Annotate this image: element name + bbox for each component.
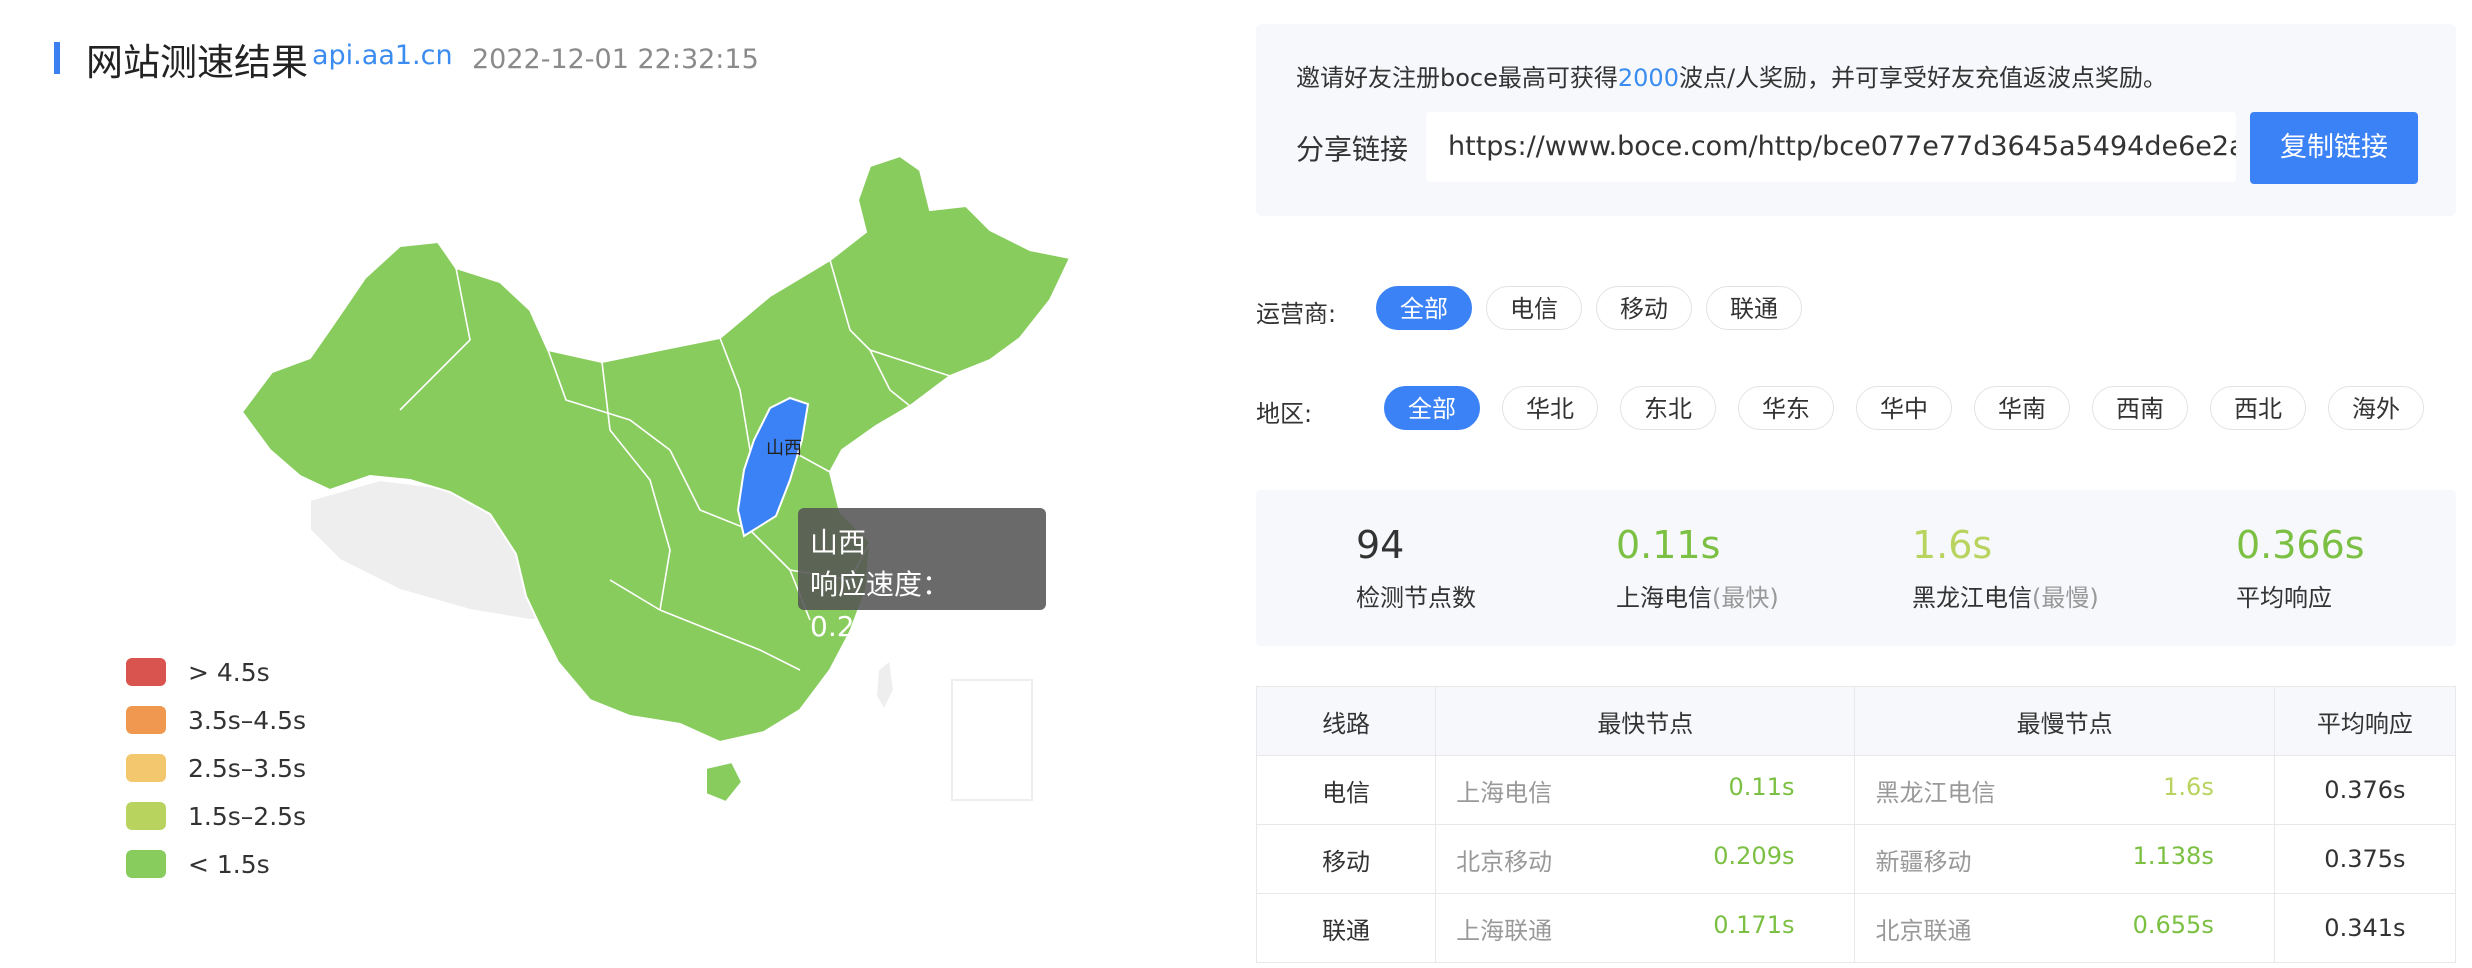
legend-swatch xyxy=(126,802,166,830)
map-tooltip: 山西 响应速度：0.259s xyxy=(798,508,1046,643)
region-pill-central[interactable]: 华中 xyxy=(1856,386,1952,430)
tooltip-region: 山西 xyxy=(810,526,867,559)
region-filter-label: 地区: xyxy=(1256,400,1313,428)
operator-pill-all[interactable]: 全部 xyxy=(1376,286,1472,330)
table-header-row: 线路 最快节点 最慢节点 平均响应 xyxy=(1255,686,2457,756)
speed-legend: > 4.5s 3.5s–4.5s 2.5s–3.5s 1.5s–2.5s < 1… xyxy=(126,648,306,888)
legend-swatch xyxy=(126,658,166,686)
table-row: 联通 上海联通 0.171s 北京联通 0.655s 0.341s xyxy=(1255,893,2457,963)
china-speed-map[interactable]: 山西 xyxy=(230,150,1090,810)
legend-label: < 1.5s xyxy=(188,849,270,879)
region-pill-south[interactable]: 华南 xyxy=(1974,386,2070,430)
legend-item[interactable]: 3.5s–4.5s xyxy=(126,696,306,744)
share-link-label: 分享链接 xyxy=(1296,133,1409,166)
region-pill-east[interactable]: 华东 xyxy=(1738,386,1834,430)
legend-swatch xyxy=(126,706,166,734)
map-region-label-shanxi: 山西 xyxy=(766,438,802,459)
stat-label: 平均响应 xyxy=(2236,584,2332,612)
page-title: 网站测速结果 xyxy=(86,41,308,84)
map-region-hainan[interactable] xyxy=(705,760,744,804)
operator-pill-telecom[interactable]: 电信 xyxy=(1486,286,1582,330)
col-header-fastest: 最快节点 xyxy=(1435,686,1856,756)
stat-average: 0.366s 平均响应 xyxy=(2236,524,2365,613)
title-accent-bar xyxy=(54,42,60,74)
cell-line: 联通 xyxy=(1255,893,1437,963)
operator-pill-unicom[interactable]: 联通 xyxy=(1706,286,1802,330)
cell-average: 0.375s xyxy=(2273,824,2457,894)
cell-line: 电信 xyxy=(1255,755,1437,825)
summary-stats: 94 检测节点数 0.11s 上海电信(最快) 1.6s 黑龙江电信(最慢) 0… xyxy=(1256,490,2456,646)
legend-item[interactable]: 2.5s–3.5s xyxy=(126,744,306,792)
cell-slowest: 北京联通 0.655s xyxy=(1854,893,2275,963)
stat-label: 检测节点数 xyxy=(1356,584,1476,612)
cell-line: 移动 xyxy=(1255,824,1437,894)
region-pill-northwest[interactable]: 西北 xyxy=(2210,386,2306,430)
cell-fastest: 上海联通 0.171s xyxy=(1435,893,1856,963)
table-row: 移动 北京移动 0.209s 新疆移动 1.138s 0.375s xyxy=(1255,824,2457,894)
carrier-results-table: 线路 最快节点 最慢节点 平均响应 电信 上海电信 0.11s 黑龙江电信 1.6s… xyxy=(1255,686,2457,963)
map-region-taiwan[interactable] xyxy=(874,658,896,713)
region-pill-north[interactable]: 华北 xyxy=(1502,386,1598,430)
stat-node-count: 94 检测节点数 xyxy=(1356,524,1476,613)
invite-text-post: 波点/人奖励，并可享受好友充值返波点奖励。 xyxy=(1678,64,2168,92)
cell-slowest: 黑龙江电信 1.6s xyxy=(1854,755,2275,825)
stat-value: 1.6s xyxy=(1912,523,1993,567)
stat-label: 上海电信(最快) xyxy=(1616,584,1779,612)
test-timestamp: 2022-12-01 22:32:15 xyxy=(472,44,759,75)
region-pill-northeast[interactable]: 东北 xyxy=(1620,386,1716,430)
tooltip-speed: 响应速度：0.259s xyxy=(810,568,951,643)
legend-item[interactable]: > 4.5s xyxy=(126,648,306,696)
legend-swatch xyxy=(126,850,166,878)
operator-filter-label: 运营商: xyxy=(1256,300,1337,328)
cell-slowest: 新疆移动 1.138s xyxy=(1854,824,2275,894)
legend-item[interactable]: 1.5s–2.5s xyxy=(126,792,306,840)
legend-label: 3.5s–4.5s xyxy=(188,705,307,735)
legend-swatch xyxy=(126,754,166,782)
cell-fastest: 上海电信 0.11s xyxy=(1435,755,1856,825)
col-header-slowest: 最慢节点 xyxy=(1854,686,2275,756)
region-pill-overseas[interactable]: 海外 xyxy=(2328,386,2424,430)
stat-value: 94 xyxy=(1356,523,1405,567)
col-header-average: 平均响应 xyxy=(2273,686,2457,756)
operator-pill-mobile[interactable]: 移动 xyxy=(1596,286,1692,330)
legend-label: 2.5s–3.5s xyxy=(188,753,307,783)
stat-value: 0.11s xyxy=(1616,523,1721,567)
tested-domain-link[interactable]: api.aa1.cn xyxy=(312,40,453,71)
cell-fastest: 北京移动 0.209s xyxy=(1435,824,1856,894)
copy-link-button[interactable]: 复制链接 xyxy=(2250,112,2418,184)
cell-average: 0.341s xyxy=(2273,893,2457,963)
stat-slowest: 1.6s 黑龙江电信(最慢) xyxy=(1912,524,2099,613)
table-row: 电信 上海电信 0.11s 黑龙江电信 1.6s 0.376s xyxy=(1255,755,2457,825)
share-link-field[interactable]: https://www.boce.com/http/bce077e77d3645… xyxy=(1426,112,2236,182)
col-header-line: 线路 xyxy=(1255,686,1437,756)
region-pill-all[interactable]: 全部 xyxy=(1384,386,1480,430)
invite-text-pre: 邀请好友注册boce最高可获得 xyxy=(1296,64,1618,92)
south-china-sea-inset xyxy=(951,679,1033,801)
legend-item[interactable]: < 1.5s xyxy=(126,840,306,888)
stat-fastest: 0.11s 上海电信(最快) xyxy=(1616,524,1779,613)
region-pill-southwest[interactable]: 西南 xyxy=(2092,386,2188,430)
cell-average: 0.376s xyxy=(2273,755,2457,825)
legend-label: > 4.5s xyxy=(188,657,270,687)
invite-reward-amount: 2000 xyxy=(1617,64,1679,92)
legend-label: 1.5s–2.5s xyxy=(188,801,307,831)
invite-text: 邀请好友注册boce最高可获得2000波点/人奖励，并可享受好友充值返波点奖励。 xyxy=(1296,58,2167,93)
invite-card: 邀请好友注册boce最高可获得2000波点/人奖励，并可享受好友充值返波点奖励。… xyxy=(1256,24,2456,216)
stat-value: 0.366s xyxy=(2236,523,2365,567)
stat-label: 黑龙江电信(最慢) xyxy=(1912,584,2099,612)
map-region-mainland[interactable] xyxy=(240,154,1072,744)
